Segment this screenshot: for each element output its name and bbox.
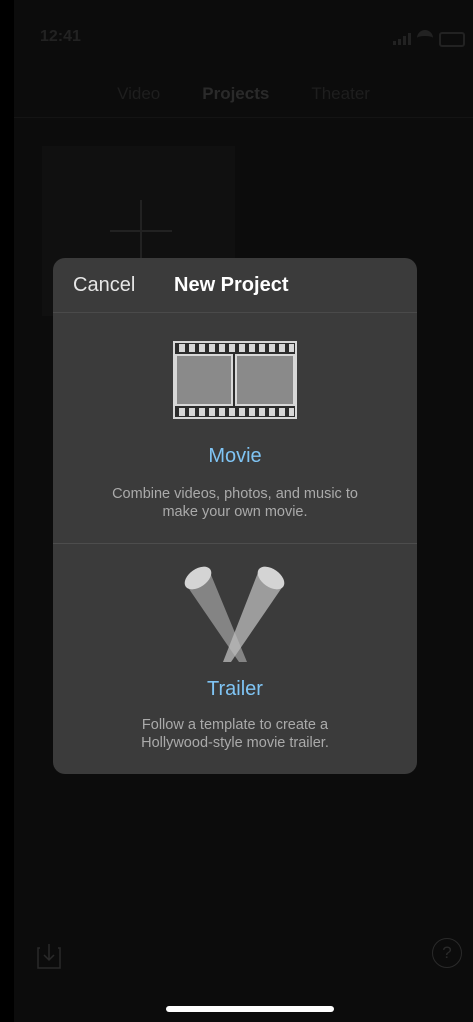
status-time: 12:41: [40, 28, 81, 45]
plus-icon-vertical: [140, 200, 142, 262]
battery-icon: [439, 31, 465, 47]
trailer-option[interactable]: Trailer Follow a template to create a Ho…: [53, 544, 417, 774]
tabs-divider: [14, 117, 473, 118]
film-strip-icon: [173, 341, 297, 424]
top-tabs: Video Projects Theater: [14, 84, 473, 104]
new-project-dialog: Cancel New Project Movie Combine videos,…: [53, 258, 417, 774]
tab-video[interactable]: Video: [117, 84, 160, 104]
import-icon[interactable]: [36, 940, 62, 975]
trailer-label: Trailer: [207, 678, 263, 700]
tab-theater[interactable]: Theater: [311, 84, 370, 104]
movie-option[interactable]: Movie Combine videos, photos, and music …: [53, 313, 417, 544]
cancel-button[interactable]: Cancel: [73, 274, 135, 297]
wifi-icon: [417, 30, 433, 48]
home-indicator[interactable]: [166, 1006, 334, 1012]
spotlights-icon: [181, 562, 289, 667]
movie-description: Combine videos, photos, and music to mak…: [112, 486, 358, 520]
status-icons: [393, 30, 465, 48]
trailer-description: Follow a template to create a Hollywood-…: [141, 717, 329, 751]
dialog-header: Cancel New Project: [53, 258, 417, 313]
help-icon[interactable]: ?: [432, 938, 462, 968]
status-bar: 12:41: [14, 0, 473, 70]
tab-projects[interactable]: Projects: [202, 84, 269, 104]
movie-label: Movie: [208, 445, 262, 467]
dialog-title: New Project: [174, 274, 289, 296]
signal-icon: [393, 33, 411, 45]
